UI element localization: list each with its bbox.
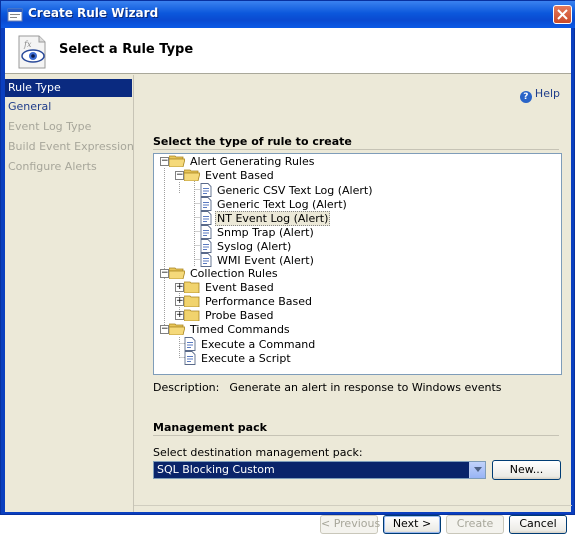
tree-node-collection-rules[interactable]: Collection Rules (169, 267, 280, 281)
tree-node-syslog[interactable]: Syslog (Alert) (200, 239, 293, 253)
wizard-steps-nav: Rule Type General Event Log Type Build E… (5, 75, 134, 512)
main-panel: ?Help Select the type of rule to create (133, 75, 572, 534)
tree-node-alert-generating-rules[interactable]: Alert Generating Rules (169, 155, 316, 169)
tree-node-snmp-trap[interactable]: Snmp Trap (Alert) (200, 225, 316, 239)
rule-eye-icon: fx (18, 35, 46, 69)
tree-node-label: Collection Rules (190, 267, 278, 280)
management-pack-value: SQL Blocking Custom (157, 463, 275, 476)
rule-document-icon (184, 337, 196, 351)
tree-node-label: Execute a Command (201, 338, 316, 351)
management-pack-title: Management pack (153, 421, 267, 434)
tree-node-probe-based[interactable]: Probe Based (184, 309, 275, 323)
tree-node-label: Performance Based (205, 295, 312, 308)
collapse-icon[interactable]: − (175, 171, 184, 180)
help-label: Help (534, 87, 560, 100)
wizard-header: fx Select a Rule Type (5, 28, 571, 74)
folder-open-icon (169, 267, 185, 279)
expand-icon[interactable]: + (175, 297, 184, 306)
folder-icon (184, 281, 200, 293)
expand-icon[interactable]: + (175, 283, 184, 292)
tree-node-generic-text-log[interactable]: Generic Text Log (Alert) (200, 197, 349, 211)
create-button: Create (446, 515, 504, 534)
help-icon: ? (519, 91, 532, 103)
rule-type-tree[interactable]: − Alert Generating Rules − Event Based Gener… (153, 153, 562, 375)
title-bar[interactable]: Create Rule Wizard (1, 1, 575, 28)
tree-node-performance-based[interactable]: Performance Based (184, 295, 314, 309)
tree-node-execute-script[interactable]: Execute a Script (184, 351, 293, 365)
rule-document-icon (200, 197, 212, 211)
svg-text:fx: fx (23, 40, 32, 49)
nav-step-build-event-expression: Build Event Expression (8, 140, 134, 153)
dropdown-button[interactable] (469, 462, 485, 478)
tree-node-label: WMI Event (Alert) (217, 254, 314, 267)
rule-document-icon (200, 253, 212, 267)
next-button[interactable]: Next > (383, 515, 441, 534)
tree-node-generic-csv-text-log[interactable]: Generic CSV Text Log (Alert) (200, 183, 375, 197)
folder-open-icon (184, 169, 200, 181)
new-management-pack-button[interactable]: New... (492, 460, 561, 480)
tree-node-label: Generic CSV Text Log (Alert) (217, 184, 373, 197)
tree-node-event-based[interactable]: Event Based (184, 169, 276, 183)
rule-document-icon (200, 183, 212, 197)
tree-node-label: Alert Generating Rules (190, 155, 315, 168)
rule-document-icon (200, 211, 212, 225)
expand-icon[interactable]: + (175, 311, 184, 320)
description-text: Generate an alert in response to Windows… (229, 381, 502, 394)
nav-step-general[interactable]: General (5, 98, 132, 116)
tree-node-timed-commands[interactable]: Timed Commands (169, 323, 292, 337)
rule-document-icon (200, 225, 212, 239)
tree-node-nt-event-log[interactable]: NT Event Log (Alert) (200, 211, 331, 226)
folder-open-icon (169, 323, 185, 335)
nav-step-event-log-type: Event Log Type (8, 120, 92, 133)
management-pack-label: Select destination management pack: (153, 446, 363, 459)
tree-node-wmi-event[interactable]: WMI Event (Alert) (200, 253, 316, 267)
collapse-icon[interactable]: − (160, 269, 169, 278)
tree-node-label: Execute a Script (201, 352, 291, 365)
wizard-client: fx Select a Rule Type Rule Type General … (5, 28, 572, 534)
tree-node-label: NT Event Log (Alert) (215, 211, 331, 226)
section-divider (153, 435, 559, 436)
section-divider (153, 149, 559, 150)
nav-step-rule-type[interactable]: Rule Type (5, 79, 132, 97)
rule-document-icon (200, 239, 212, 253)
collapse-icon[interactable]: − (160, 325, 169, 334)
collapse-icon[interactable]: − (160, 157, 169, 166)
tree-node-execute-command[interactable]: Execute a Command (184, 337, 317, 351)
tree-node-label: Probe Based (205, 309, 274, 322)
window-title: Create Rule Wizard (28, 6, 159, 20)
rule-type-section-title: Select the type of rule to create (153, 135, 352, 148)
wizard-window: Create Rule Wizard fx Select a Rule Type… (0, 0, 575, 534)
page-title: Select a Rule Type (59, 42, 194, 57)
description-label: Description: (153, 381, 220, 394)
tree-node-label: Timed Commands (190, 323, 290, 336)
tree-node-collection-event-based[interactable]: Event Based (184, 281, 276, 295)
close-button[interactable] (553, 5, 572, 24)
help-link[interactable]: ? Help (519, 87, 560, 103)
close-icon (557, 9, 568, 20)
chevron-down-icon (474, 467, 482, 472)
nav-step-configure-alerts: Configure Alerts (8, 160, 97, 173)
tree-node-label: Event Based (205, 169, 274, 182)
management-pack-select[interactable]: SQL Blocking Custom (153, 461, 486, 479)
folder-open-icon (169, 155, 185, 167)
previous-button: < Previous (320, 515, 380, 534)
app-icon (7, 8, 23, 22)
cancel-button[interactable]: Cancel (509, 515, 567, 534)
rule-document-icon (184, 351, 196, 365)
tree-node-label: Event Based (205, 281, 274, 294)
tree-node-label: Generic Text Log (Alert) (217, 198, 347, 211)
tree-node-label: Syslog (Alert) (217, 240, 292, 253)
tree-node-label: Snmp Trap (Alert) (217, 226, 314, 239)
rule-description: Description: Generate an alert in respons… (153, 381, 502, 394)
folder-icon (184, 309, 200, 321)
folder-icon (184, 295, 200, 307)
footer-divider (134, 505, 572, 506)
